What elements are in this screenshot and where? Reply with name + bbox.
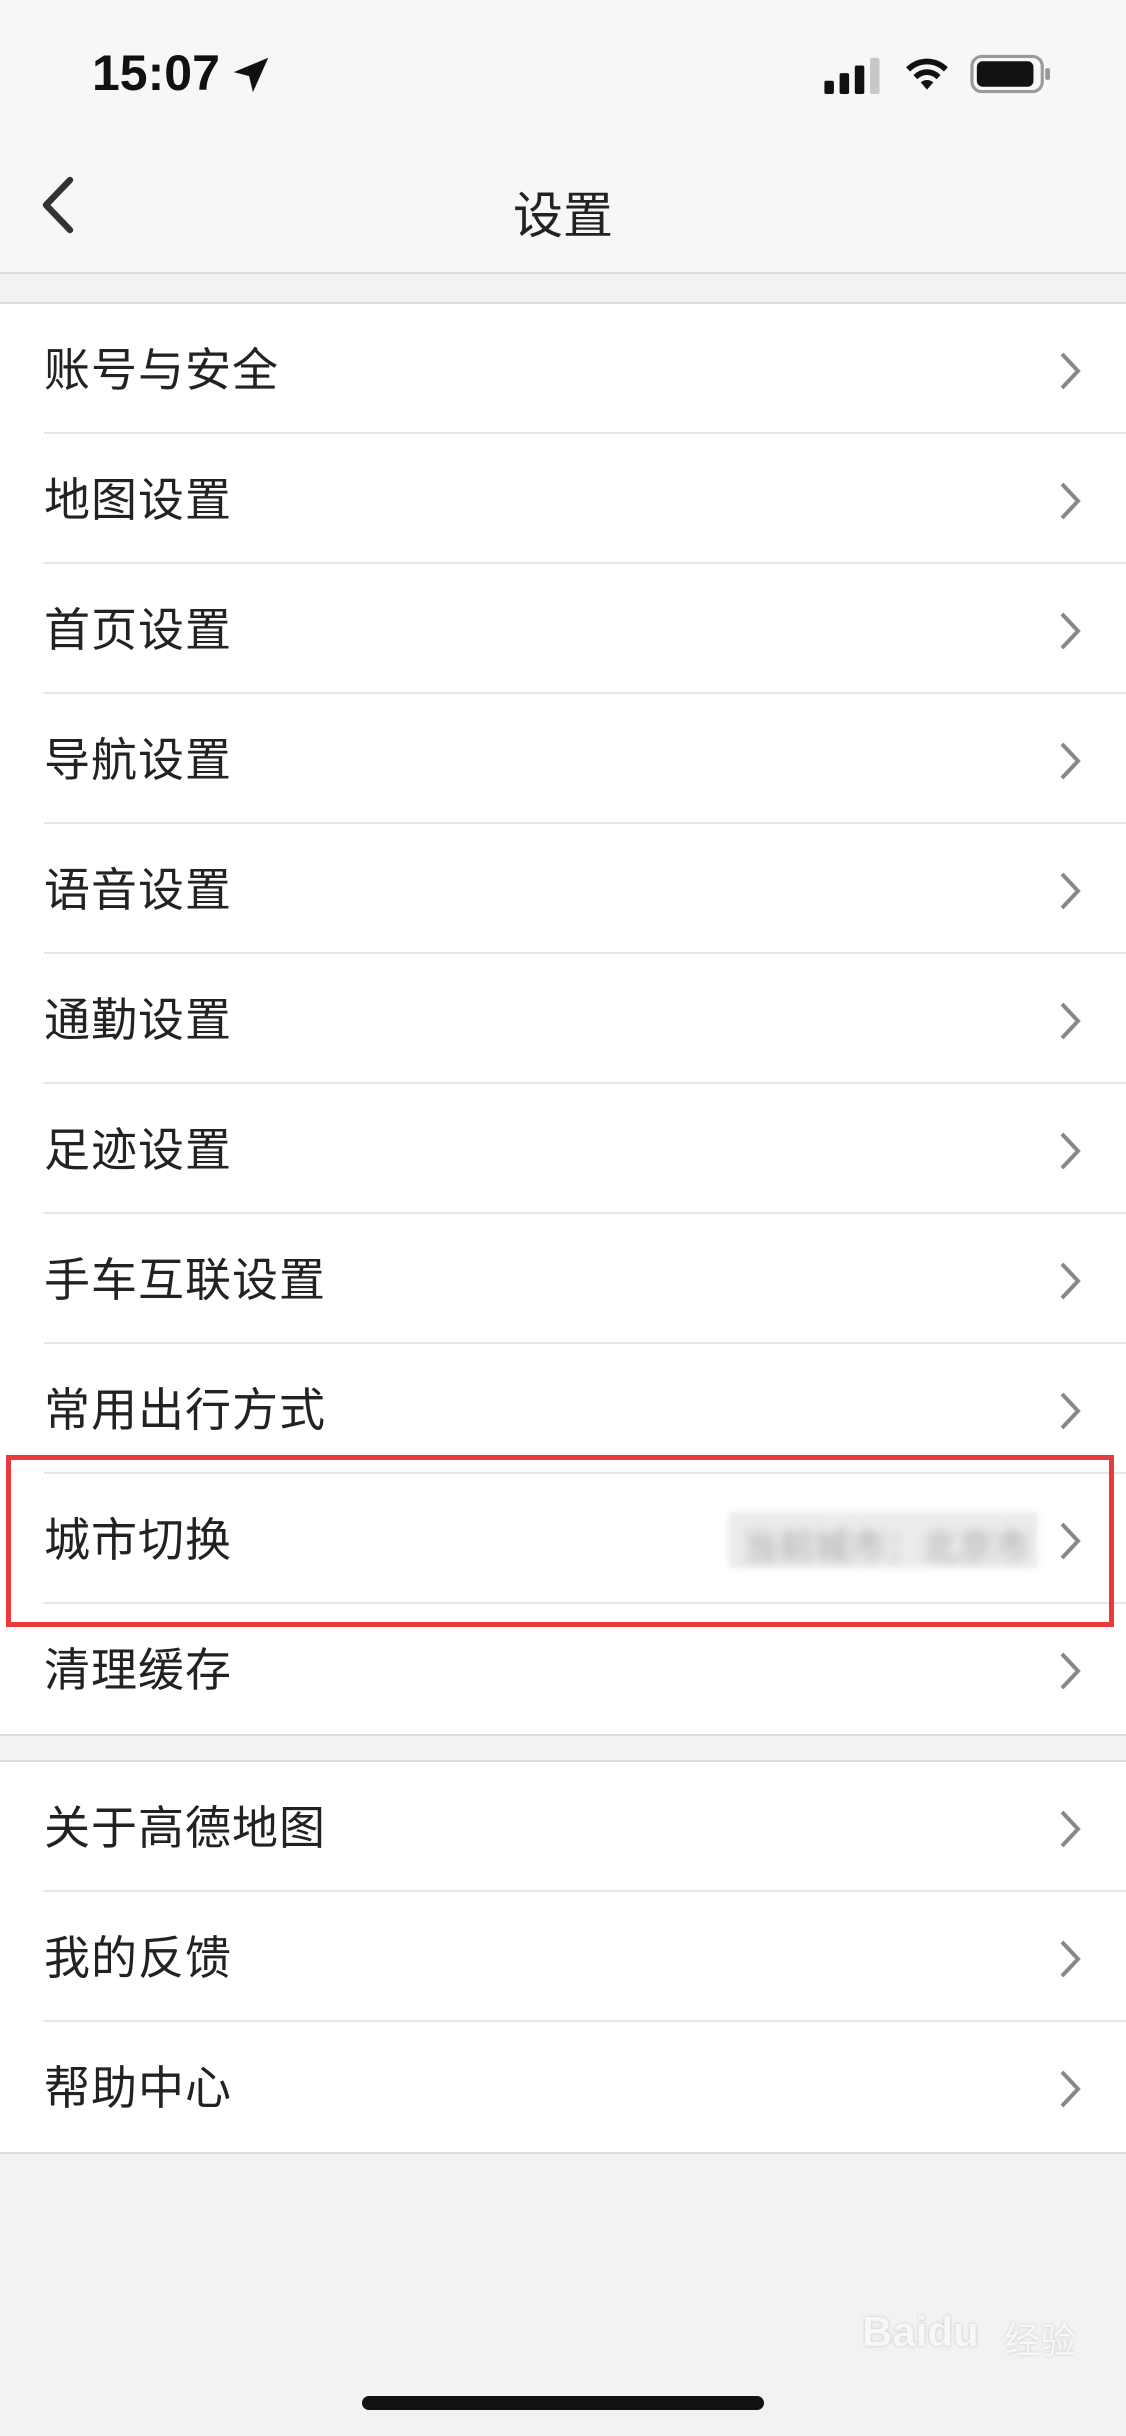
chevron-right-icon: [1060, 872, 1081, 910]
row-label: 我的反馈: [44, 1931, 232, 1985]
row-label: 常用出行方式: [44, 1383, 326, 1437]
row-label: 手车互联设置: [44, 1253, 326, 1307]
row-label: 清理缓存: [44, 1643, 232, 1697]
watermark-brand: Baidu: [862, 2308, 979, 2355]
chevron-right-icon: [1060, 1002, 1081, 1040]
settings-row-feedback[interactable]: 我的反馈: [0, 1892, 1126, 2022]
row-label: 导航设置: [44, 733, 232, 787]
cellular-signal-icon: [824, 57, 880, 94]
row-label: 通勤设置: [44, 993, 232, 1047]
row-label: 帮助中心: [44, 2061, 232, 2115]
wifi-icon: [906, 58, 948, 90]
status-time: 15:07: [92, 45, 220, 101]
navigation-bar: 设置: [0, 140, 1126, 274]
location-arrow-icon: [233, 57, 269, 93]
settings-row-navigation[interactable]: 导航设置: [0, 694, 1126, 824]
settings-row-city-switch[interactable]: 城市切换 当前城市：北京市: [0, 1474, 1126, 1604]
row-label: 语音设置: [44, 863, 232, 917]
row-label: 城市切换: [44, 1513, 232, 1567]
watermark-suffix: 经验: [1004, 2321, 1077, 2362]
row-label: 账号与安全: [44, 343, 279, 397]
settings-row-voice[interactable]: 语音设置: [0, 824, 1126, 954]
chevron-right-icon: [1060, 742, 1081, 780]
current-city-value: 当前城市：北京市: [741, 1527, 1030, 1568]
settings-group-main: 账号与安全 地图设置 首页设置 导航设置 语音设置 通勤设置 足迹设置 手车互联…: [0, 302, 1126, 1736]
chevron-right-icon: [1060, 1940, 1081, 1978]
settings-row-commute[interactable]: 通勤设置: [0, 954, 1126, 1084]
chevron-right-icon: [1060, 1262, 1081, 1300]
baidu-watermark: Baidu 经验: [862, 2300, 1082, 2370]
chevron-right-icon: [1060, 1522, 1081, 1560]
battery-icon: [970, 54, 1051, 94]
row-label: 地图设置: [44, 473, 232, 527]
chevron-right-icon: [1060, 1810, 1081, 1848]
settings-row-footprint[interactable]: 足迹设置: [0, 1084, 1126, 1214]
settings-row-car-link[interactable]: 手车互联设置: [0, 1214, 1126, 1344]
chevron-right-icon: [1060, 1132, 1081, 1170]
status-bar: 15:07: [0, 0, 1126, 140]
settings-row-travel-mode[interactable]: 常用出行方式: [0, 1344, 1126, 1474]
chevron-right-icon: [1060, 612, 1081, 650]
chevron-right-icon: [1060, 2070, 1081, 2108]
chevron-right-icon: [1060, 482, 1081, 520]
chevron-right-icon: [1060, 352, 1081, 390]
chevron-right-icon: [1060, 1392, 1081, 1430]
settings-row-account-security[interactable]: 账号与安全: [0, 304, 1126, 434]
row-label: 关于高德地图: [44, 1801, 326, 1855]
settings-row-clear-cache[interactable]: 清理缓存: [0, 1604, 1126, 1734]
row-label: 首页设置: [44, 603, 232, 657]
settings-row-map[interactable]: 地图设置: [0, 434, 1126, 564]
chevron-right-icon: [1060, 1652, 1081, 1690]
settings-row-home[interactable]: 首页设置: [0, 564, 1126, 694]
page-title: 设置: [513, 187, 613, 245]
settings-row-about[interactable]: 关于高德地图: [0, 1762, 1126, 1892]
settings-group-about: 关于高德地图 我的反馈 帮助中心: [0, 1760, 1126, 2154]
settings-row-help[interactable]: 帮助中心: [0, 2022, 1126, 2152]
row-label: 足迹设置: [44, 1123, 232, 1177]
home-indicator[interactable]: [362, 2396, 764, 2410]
